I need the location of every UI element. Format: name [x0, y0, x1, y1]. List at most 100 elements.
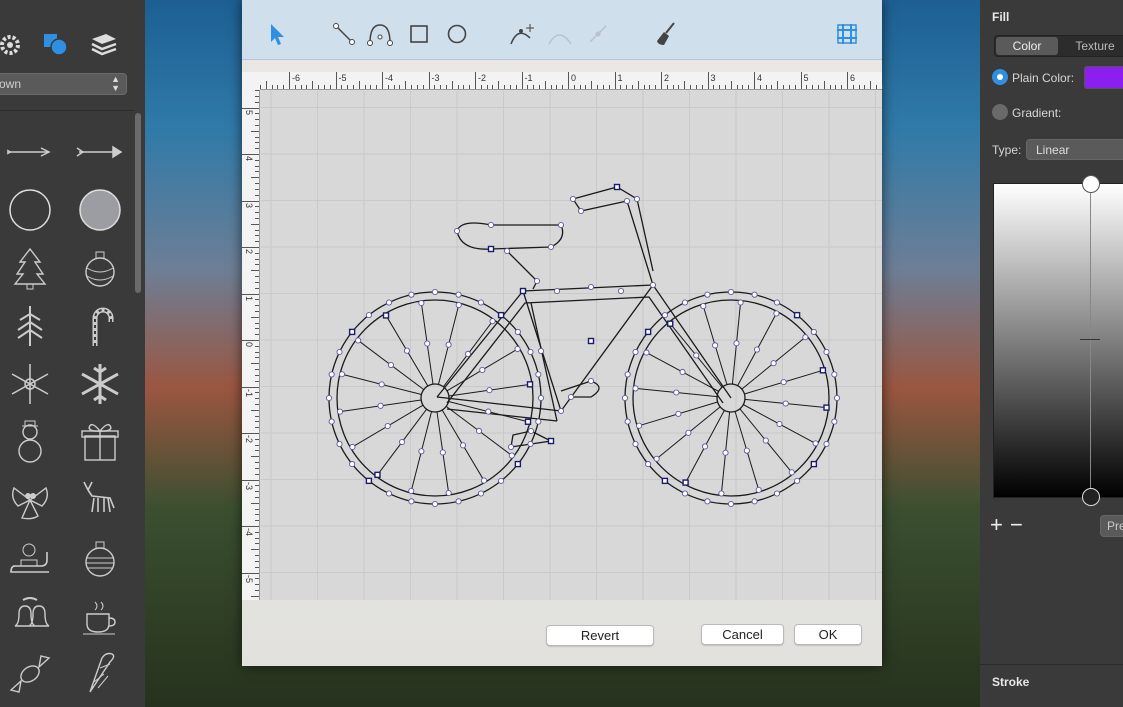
anchor-point[interactable] [365, 312, 372, 319]
anchor-point[interactable] [823, 404, 830, 411]
anchor-point[interactable] [587, 377, 595, 385]
anchor-point[interactable] [682, 479, 689, 486]
anchor-point[interactable] [553, 287, 561, 295]
circle-filled-icon[interactable] [70, 182, 130, 238]
anchor-point[interactable] [802, 334, 809, 341]
anchor-point[interactable] [673, 389, 680, 396]
tab-texture[interactable]: Texture [1065, 37, 1123, 55]
anchor-point[interactable] [385, 490, 393, 497]
holly-icon[interactable] [0, 472, 60, 528]
anchor-point[interactable] [667, 320, 674, 327]
library-scrollbar[interactable] [135, 113, 141, 293]
anchor-point[interactable] [727, 500, 735, 508]
anchor-point[interactable] [587, 337, 595, 345]
anchor-point[interactable] [819, 367, 827, 374]
anchor-point[interactable] [431, 500, 439, 508]
anchor-point[interactable] [455, 291, 462, 298]
anchor-point[interactable] [773, 299, 781, 306]
gradient-stop-top[interactable] [1082, 175, 1100, 193]
anchor-point[interactable] [431, 288, 439, 296]
gradient-type-select[interactable]: Linear [1026, 139, 1123, 160]
anchor-point[interactable] [623, 197, 631, 205]
candy-icon[interactable] [0, 646, 60, 702]
anchor-point[interactable] [374, 471, 381, 479]
anchor-point[interactable] [793, 311, 801, 319]
select-arrow-icon[interactable] [262, 20, 290, 48]
anchor-point[interactable] [418, 448, 425, 455]
reindeer-icon[interactable] [70, 472, 130, 528]
anchor-point[interactable] [770, 360, 777, 367]
anchor-point[interactable] [649, 281, 657, 289]
anchor-point[interactable] [382, 312, 390, 319]
circle-outline-icon[interactable] [0, 182, 60, 238]
anchor-point[interactable] [567, 393, 575, 401]
anchor-point[interactable] [408, 498, 415, 505]
anchor-point[interactable] [743, 447, 750, 454]
anchor-point[interactable] [497, 311, 505, 319]
anchor-point[interactable] [679, 368, 686, 376]
anchor-point[interactable] [475, 427, 483, 435]
anchor-point[interactable] [387, 361, 395, 369]
anchor-point[interactable] [704, 498, 711, 505]
anchor-point[interactable] [377, 402, 384, 409]
anchor-point[interactable] [408, 487, 415, 495]
anchor-point[interactable] [718, 490, 725, 497]
anchor-point[interactable] [486, 387, 493, 394]
anchor-point[interactable] [685, 429, 692, 436]
remove-stop-icon[interactable]: − [1010, 514, 1023, 536]
anchor-point[interactable] [535, 418, 542, 425]
bells-icon[interactable] [0, 588, 60, 644]
anchor-point[interactable] [487, 245, 495, 253]
anchor-point[interactable] [577, 207, 585, 215]
anchor-point[interactable] [812, 440, 819, 447]
anchor-point[interactable] [693, 352, 700, 359]
anchor-point[interactable] [336, 440, 343, 448]
anchor-point[interactable] [526, 381, 534, 388]
cancel-button[interactable]: Cancel [701, 624, 784, 645]
anchor-point[interactable] [557, 407, 565, 415]
library-category-select[interactable]: own ▲ ▼ [0, 73, 127, 95]
anchor-point[interactable] [385, 299, 393, 306]
drawing-canvas[interactable]: -6 -5 -4 -3 -2 -1 0 1 2 3 4 5 6 5 4 3 2 1 0 -1 -2 -3 -4 -5 [242, 72, 883, 600]
gradient-preview[interactable] [993, 175, 1123, 506]
pine-tree-icon[interactable] [0, 298, 60, 354]
anchor-point[interactable] [328, 371, 335, 378]
anchor-point[interactable] [365, 477, 373, 485]
arrow-feather-icon[interactable] [70, 124, 130, 180]
anchor-point[interactable] [507, 443, 515, 451]
anchor-point[interactable] [681, 490, 689, 497]
anchor-point[interactable] [722, 449, 729, 456]
shapes-icon[interactable] [42, 30, 68, 56]
anchor-point[interactable] [527, 440, 534, 448]
add-point-icon[interactable] [508, 20, 536, 48]
anchor-point[interactable] [378, 381, 385, 388]
anchor-point[interactable] [773, 490, 781, 497]
arrow-thin-icon[interactable] [0, 124, 60, 180]
anchor-point[interactable] [338, 371, 346, 378]
anchor-point[interactable] [737, 299, 744, 306]
anchor-point[interactable] [569, 195, 577, 203]
anchor-point[interactable] [455, 498, 462, 505]
anchor-point[interactable] [644, 328, 652, 336]
anchor-point[interactable] [537, 394, 545, 402]
anchor-point[interactable] [537, 347, 545, 355]
anchor-point[interactable] [587, 283, 595, 291]
grid-icon[interactable] [833, 20, 861, 48]
anchor-point[interactable] [479, 366, 486, 373]
anchor-point[interactable] [788, 469, 795, 476]
anchor-point[interactable] [632, 440, 639, 448]
gift-icon[interactable] [70, 414, 130, 470]
revert-button[interactable]: Revert [546, 625, 654, 646]
anchor-point[interactable] [645, 461, 652, 468]
ornament-striped-icon[interactable] [70, 530, 130, 586]
anchor-point[interactable] [810, 460, 818, 468]
anchor-point[interactable] [533, 277, 541, 285]
anchor-point[interactable] [661, 312, 668, 319]
anchor-point[interactable] [408, 291, 415, 298]
anchor-point[interactable] [527, 427, 535, 435]
snowflake-icon[interactable] [0, 356, 60, 412]
anchor-point[interactable] [794, 477, 801, 484]
gear-icon[interactable] [0, 30, 24, 56]
gradient-midpoint[interactable] [1080, 339, 1100, 340]
anchor-point[interactable] [439, 449, 446, 456]
